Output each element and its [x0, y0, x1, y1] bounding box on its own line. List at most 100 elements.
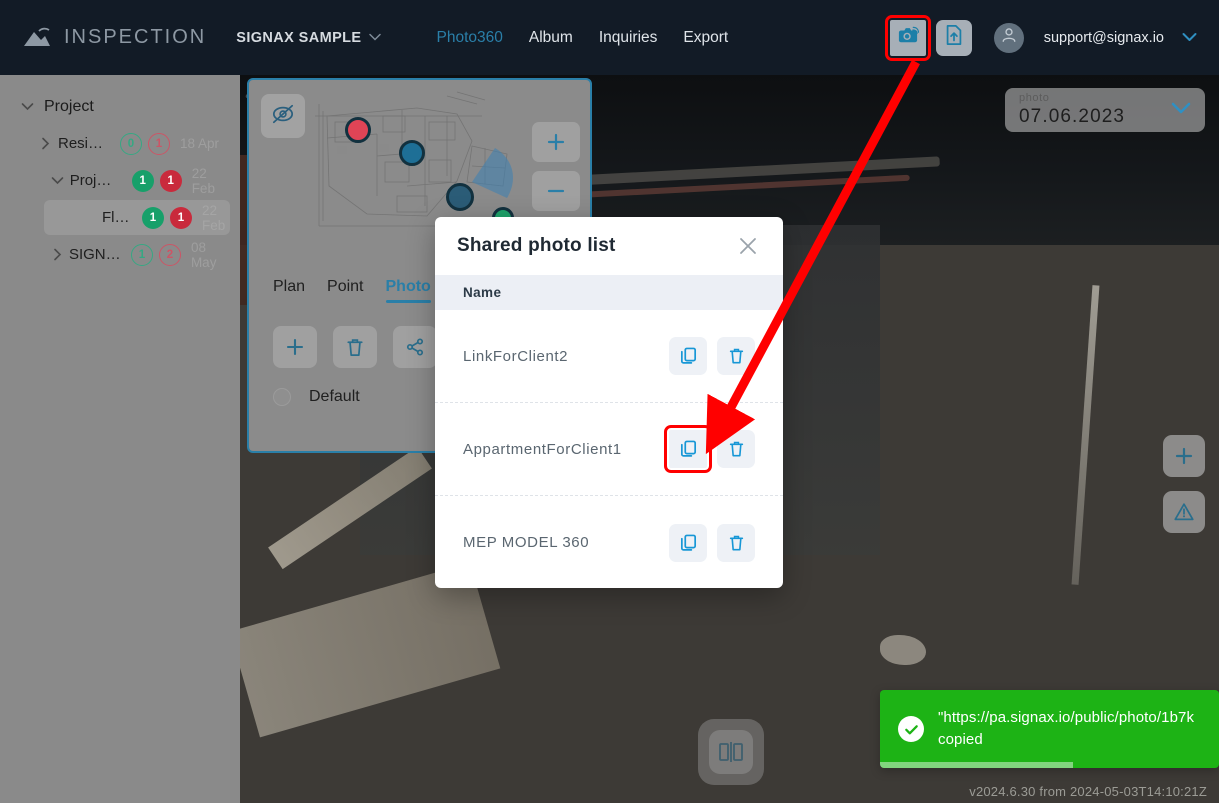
project-selector-label: SIGNAX SAMPLE: [236, 29, 362, 46]
badge-red: 1: [170, 206, 192, 229]
tree-item-date: 18 Apr: [180, 136, 220, 151]
plan-layer-row[interactable]: Default: [273, 388, 360, 406]
sidebar-item-floor-selected[interactable]: Fl… 1 1 22 Feb: [44, 200, 230, 235]
badge-green: 1: [131, 169, 154, 192]
warning-triangle-icon[interactable]: [1163, 491, 1205, 533]
nav-item-inquiries[interactable]: Inquiries: [599, 29, 658, 47]
viewer-floating-actions: [1163, 435, 1205, 533]
shared-link-name: AppartmentForClient1: [463, 440, 622, 458]
shared-link-row: MEP MODEL 360: [435, 496, 783, 588]
badge-green: 0: [120, 132, 142, 155]
badge-red: 1: [159, 169, 182, 192]
modal-header: Shared photo list: [435, 217, 783, 275]
app-root: photo 07.06.2023 v2024.6.30 from 2024-05…: [0, 0, 1219, 803]
app-logo[interactable]: INSPECTION: [22, 26, 206, 50]
tree-item-date: 08 May: [190, 239, 217, 270]
nav-item-album[interactable]: Album: [529, 29, 573, 47]
file-upload-icon: [944, 24, 964, 51]
camera-360-icon: [897, 25, 919, 50]
shared-link-row: LinkForClient2: [435, 310, 783, 403]
tree-item-label: Resi…: [58, 135, 104, 152]
tree-item-label: SIGN…: [68, 246, 121, 263]
plan-zoom-in-button[interactable]: [532, 122, 580, 162]
sidebar-item-residential[interactable]: Resi… 0 1 18 Apr: [6, 126, 230, 161]
modal-title: Shared photo list: [457, 235, 616, 256]
chevron-right-icon[interactable]: [32, 137, 58, 150]
close-icon[interactable]: [735, 233, 761, 259]
plan-action-buttons: [273, 326, 437, 368]
column-header-name: Name: [463, 285, 502, 300]
split-compare-button[interactable]: [698, 719, 764, 785]
app-logo-text: INSPECTION: [64, 26, 207, 48]
tab-plan[interactable]: Plan: [273, 278, 305, 303]
tree-root-project[interactable]: Project: [6, 89, 230, 124]
tree-item-date: 22 Feb: [202, 202, 226, 233]
mountain-logo-icon: [22, 26, 52, 50]
tab-point[interactable]: Point: [327, 278, 363, 303]
photo-date-selector[interactable]: photo 07.06.2023: [1005, 88, 1205, 132]
copy-link-button[interactable]: [669, 523, 707, 562]
user-avatar[interactable]: [993, 22, 1024, 53]
plan-marker-blue[interactable]: [399, 140, 425, 166]
shared-link-name: LinkForClient2: [463, 347, 569, 365]
tab-photo[interactable]: Photo: [385, 278, 432, 303]
row-actions: [669, 337, 755, 375]
tree-item-date: 22 Feb: [191, 165, 215, 196]
shared-link-name: MEP MODEL 360: [463, 534, 590, 551]
add-point-button[interactable]: [1163, 435, 1205, 477]
tree-item-label: Proj…: [69, 172, 112, 189]
badge-green: 1: [130, 243, 153, 266]
project-selector[interactable]: SIGNAX SAMPLE: [236, 29, 381, 46]
plan-marker-red[interactable]: [345, 117, 371, 143]
shared-link-row: AppartmentForClient1: [435, 403, 783, 496]
version-text: v2024.6.30 from 2024-05-03T14:10:21Z: [969, 784, 1207, 799]
plan-marker-active[interactable]: [446, 183, 474, 211]
chevron-right-icon[interactable]: [46, 248, 69, 261]
sidebar-item-signax[interactable]: SIGN… 1 2 08 May: [6, 237, 230, 272]
sidebar-item-project[interactable]: Proj… 1 1 22 Feb: [6, 163, 230, 198]
shared-photo-list-modal: Shared photo list Name LinkForClient2 Ap…: [435, 217, 783, 588]
copy-link-button[interactable]: [669, 337, 707, 375]
delete-link-button[interactable]: [717, 337, 755, 375]
copy-success-toast[interactable]: "https://pa.signax.io/public/photo/1b7k …: [880, 690, 1219, 768]
toast-progress-bar: [880, 762, 1074, 768]
badge-green: 1: [142, 206, 164, 229]
share-photo-button[interactable]: [393, 326, 437, 368]
user-email-label: support@signax.io: [1043, 29, 1164, 46]
tree-item-badges: 0 1: [120, 132, 170, 155]
delete-link-button[interactable]: [717, 523, 755, 562]
check-circle-icon: [898, 716, 924, 742]
header-right-actions: support@signax.io: [884, 14, 1197, 61]
date-selector-label: photo: [1019, 91, 1050, 104]
date-selector-value: 07.06.2023: [1019, 106, 1126, 128]
user-avatar-icon: [1000, 26, 1018, 49]
delete-photo-button[interactable]: [333, 326, 377, 368]
tree-item-badges: 1 1: [142, 206, 192, 229]
nav-item-photo360[interactable]: Photo360: [437, 29, 503, 47]
add-photo-button[interactable]: [273, 326, 317, 368]
tree-item-badges: 1 1: [131, 169, 182, 192]
app-header: INSPECTION SIGNAX SAMPLE Photo360 Album …: [0, 0, 1219, 75]
modal-column-header: Name: [435, 275, 783, 310]
row-actions: [669, 523, 755, 562]
toggle-visibility-button[interactable]: [261, 94, 305, 138]
badge-red: 1: [148, 132, 170, 155]
camera-360-button[interactable]: [884, 14, 931, 61]
file-upload-button[interactable]: [935, 19, 972, 56]
copy-link-button[interactable]: [664, 425, 712, 473]
tree-item-label: Fl…: [102, 209, 130, 226]
nav-item-export[interactable]: Export: [683, 29, 728, 47]
plan-zoom-controls: [532, 122, 580, 211]
toast-message: "https://pa.signax.io/public/photo/1b7k …: [938, 709, 1195, 748]
chevron-down-icon[interactable]: [1182, 30, 1197, 45]
plan-zoom-out-button[interactable]: [532, 171, 580, 211]
tree-item-badges: 1 2: [130, 243, 181, 266]
project-tree-sidebar: Project Resi… 0 1 18 Apr Proj… 1 1 22 Fe…: [0, 75, 240, 803]
chevron-down-icon[interactable]: [14, 102, 40, 111]
tree-root-label: Project: [44, 97, 94, 115]
eye-off-icon: [271, 103, 295, 130]
delete-link-button[interactable]: [717, 430, 755, 468]
split-compare-icon: [709, 730, 753, 774]
main-nav: Photo360 Album Inquiries Export: [437, 29, 729, 47]
chevron-down-icon[interactable]: [46, 176, 70, 185]
